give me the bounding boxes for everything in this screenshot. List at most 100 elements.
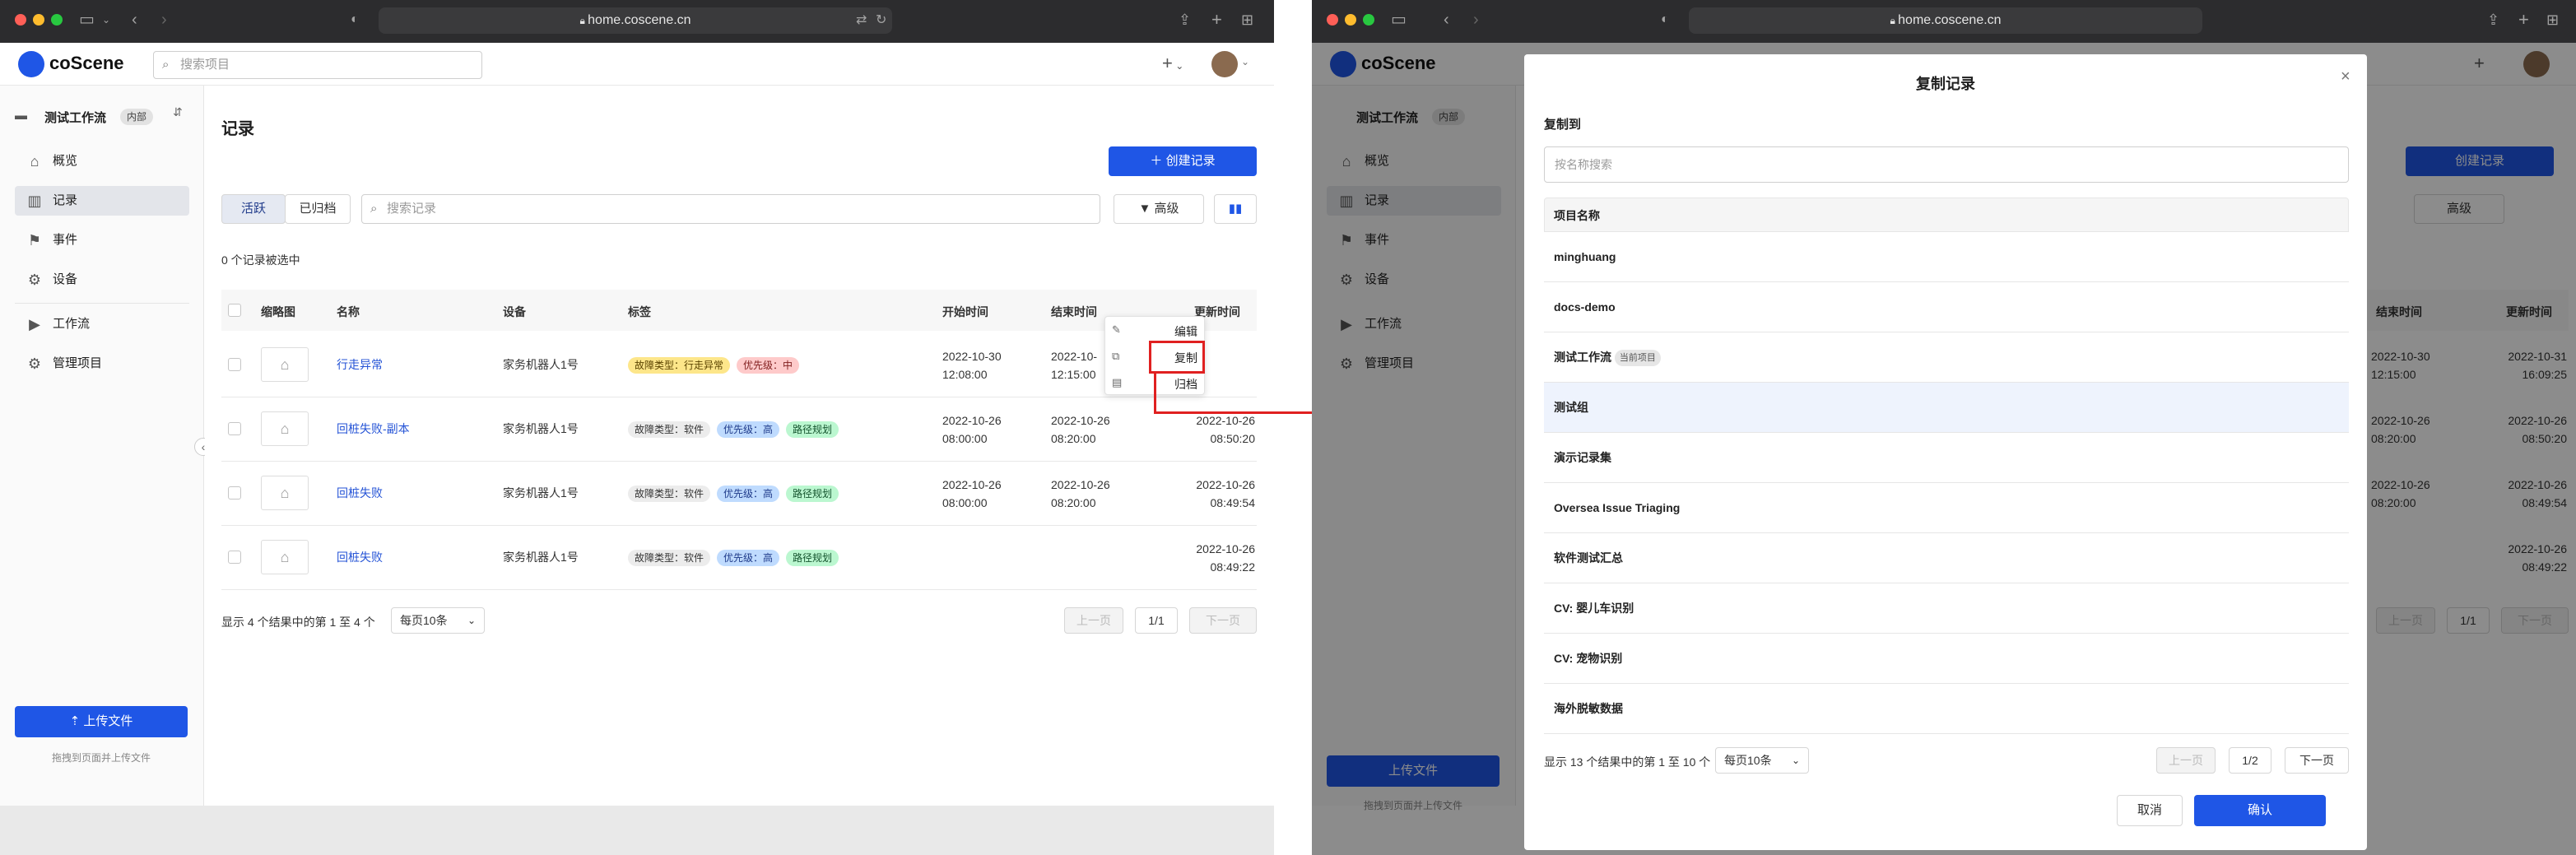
nav-overview[interactable]: ⌂ 概览 [15, 146, 189, 176]
forward-icon[interactable]: › [1473, 10, 1479, 30]
col-device[interactable]: 设备 [503, 304, 526, 320]
close-icon[interactable]: × [2341, 67, 2350, 86]
upload-icon: ⇡ [69, 714, 84, 728]
col-thumbnail: 缩略图 [261, 305, 295, 318]
lock-icon: 🔒︎ [1890, 15, 1899, 26]
tab-archived[interactable]: 已归档 [285, 194, 351, 224]
row-checkbox[interactable] [228, 551, 241, 564]
next-page-button[interactable]: 下一页 [1189, 607, 1257, 634]
address-bar[interactable]: 🔒︎ home.coscene.cn ⇄ ↻ [379, 7, 892, 34]
row-checkbox[interactable] [228, 486, 241, 500]
plus-icon: ＋ [1150, 154, 1166, 168]
share-icon[interactable]: ⇪ [1179, 10, 1191, 30]
maximize-window-icon[interactable] [1363, 14, 1374, 26]
dialog-page-size-select[interactable]: 每页10条 ⌄ [1715, 747, 1809, 774]
privacy-shield-icon[interactable]: ◐ [351, 10, 359, 30]
copy-to-label: 复制到 [1544, 118, 1582, 132]
close-window-icon[interactable] [1327, 14, 1338, 26]
tag: 路径规划 [786, 421, 839, 438]
project-name-search-input[interactable]: 按名称搜索 [1544, 146, 2349, 183]
folder-icon: ▬ [15, 109, 27, 123]
privacy-shield-icon[interactable]: ◐ [1661, 10, 1669, 30]
cancel-button[interactable]: 取消 [2117, 795, 2183, 826]
maximize-window-icon[interactable] [51, 14, 63, 26]
project-row[interactable]: CV: 婴儿车识别 [1544, 583, 2349, 634]
project-row[interactable]: 演示记录集 [1544, 433, 2349, 483]
dialog-prev-page-button[interactable]: 上一页 [2156, 747, 2216, 774]
user-avatar[interactable] [1211, 51, 1238, 77]
project-name[interactable]: 测试工作流 [44, 109, 106, 126]
dialog-next-page-button[interactable]: 下一页 [2285, 747, 2349, 774]
advanced-filter-button[interactable]: ▼ 高级 [1114, 194, 1204, 224]
close-window-icon[interactable] [15, 14, 26, 26]
back-icon[interactable]: ‹ [1444, 10, 1449, 30]
project-row[interactable]: docs-demo [1544, 282, 2349, 332]
record-name-link[interactable]: 回桩失败 [337, 548, 383, 566]
tab-active[interactable]: 活跃 [221, 194, 286, 224]
reload-icon[interactable]: ↻ [876, 11, 886, 30]
project-row[interactable]: minghuang [1544, 232, 2349, 282]
copy-icon: ⧉ [1112, 350, 1120, 362]
chevron-down-icon[interactable]: ⌄ [102, 10, 110, 30]
menu-item-edit[interactable]: 编辑 [1174, 323, 1197, 340]
nav-records[interactable]: ▥ 记录 [15, 186, 189, 216]
chart-view-button[interactable]: ▮▮ [1214, 194, 1257, 224]
tag: 故障类型：软件 [628, 421, 711, 438]
tag: 优先级：高 [717, 421, 780, 438]
prev-page-button[interactable]: 上一页 [1064, 607, 1123, 634]
nav-events[interactable]: ⚑ 事件 [15, 225, 189, 255]
nav-workflow[interactable]: ▶ 工作流 [15, 309, 189, 339]
sidebar-toggle-icon[interactable]: ▭ [1391, 10, 1407, 30]
sidebar-toggle-icon[interactable]: ▭ [79, 10, 95, 30]
project-row[interactable]: Oversea Issue Triaging [1544, 483, 2349, 533]
project-row[interactable]: CV: 宠物识别 [1544, 634, 2349, 684]
project-row[interactable]: 软件测试汇总 [1544, 533, 2349, 583]
nav-manage-project[interactable]: ⚙ 管理项目 [15, 349, 189, 379]
confirm-button[interactable]: 确认 [2194, 795, 2326, 826]
menu-item-archive[interactable]: 归档 [1174, 376, 1197, 393]
updated-time: 2022-10-26 08:49:54 [1196, 478, 1255, 509]
chevron-down-icon[interactable]: ⌄ [1241, 56, 1249, 67]
upload-file-button[interactable]: ⇡ 上传文件 [15, 706, 188, 737]
create-record-button[interactable]: ＋ 创建记录 [1109, 146, 1257, 176]
col-end-time[interactable]: 结束时间 [1051, 304, 1097, 320]
forward-icon[interactable]: › [161, 10, 167, 30]
page-size-select[interactable]: 每页10条 ⌄ [391, 607, 485, 634]
add-menu-button[interactable]: + ⌄ [1162, 53, 1183, 74]
nav-devices[interactable]: ⚙ 设备 [15, 265, 189, 295]
row-checkbox[interactable] [228, 358, 241, 371]
record-search-input[interactable]: ⌕ 搜索记录 [361, 194, 1100, 224]
tab-overview-icon[interactable]: ⊞ [2546, 10, 2559, 30]
col-name[interactable]: 名称 [337, 304, 360, 320]
record-tags: 故障类型：软件 优先级：高 路径规划 [628, 420, 845, 438]
row-checkbox[interactable] [228, 422, 241, 435]
new-tab-icon[interactable]: + [1211, 10, 1222, 30]
annotation-arrow-line [1154, 374, 1156, 413]
tag: 故障类型：软件 [628, 550, 711, 566]
minimize-window-icon[interactable] [1345, 14, 1356, 26]
project-row[interactable]: 海外脱敏数据 [1544, 684, 2349, 734]
settings-icon: ⚙ [27, 355, 42, 372]
select-all-checkbox[interactable] [228, 304, 241, 317]
tab-overview-icon[interactable]: ⊞ [1241, 10, 1253, 30]
device-icon: ⚙ [27, 272, 42, 288]
dialog-title: 复制记录 [1916, 76, 1975, 92]
minimize-window-icon[interactable] [33, 14, 44, 26]
page-title: 记录 [221, 120, 254, 138]
project-switch-icon[interactable]: ⇵ [173, 105, 183, 119]
new-tab-icon[interactable]: + [2518, 10, 2529, 30]
url-text: 🔒︎ home.coscene.cn [1890, 13, 2002, 27]
pagination-summary: 显示 4 个结果中的第 1 至 4 个 [221, 616, 375, 629]
project-search-input[interactable]: ⌕ 搜索项目 [153, 51, 482, 79]
record-name-link[interactable]: 回桩失败-副本 [337, 420, 410, 438]
project-row-selected[interactable]: 测试组 [1544, 383, 2349, 433]
share-icon[interactable]: ⇪ [2487, 10, 2499, 30]
records-page: 记录 ＋ 创建记录 活跃 已归档 ⌕ 搜索记录 ▼ 高级 ▮▮ 0 个记录被选中… [205, 86, 1274, 806]
back-icon[interactable]: ‹ [132, 10, 137, 30]
record-name-link[interactable]: 行走异常 [337, 355, 383, 374]
translate-icon[interactable]: ⇄ [856, 11, 867, 30]
annotation-arrow-line [1154, 411, 1274, 414]
col-start-time[interactable]: 开始时间 [942, 304, 988, 320]
record-name-link[interactable]: 回桩失败 [337, 484, 383, 502]
address-bar[interactable]: 🔒︎ home.coscene.cn [1689, 7, 2202, 34]
